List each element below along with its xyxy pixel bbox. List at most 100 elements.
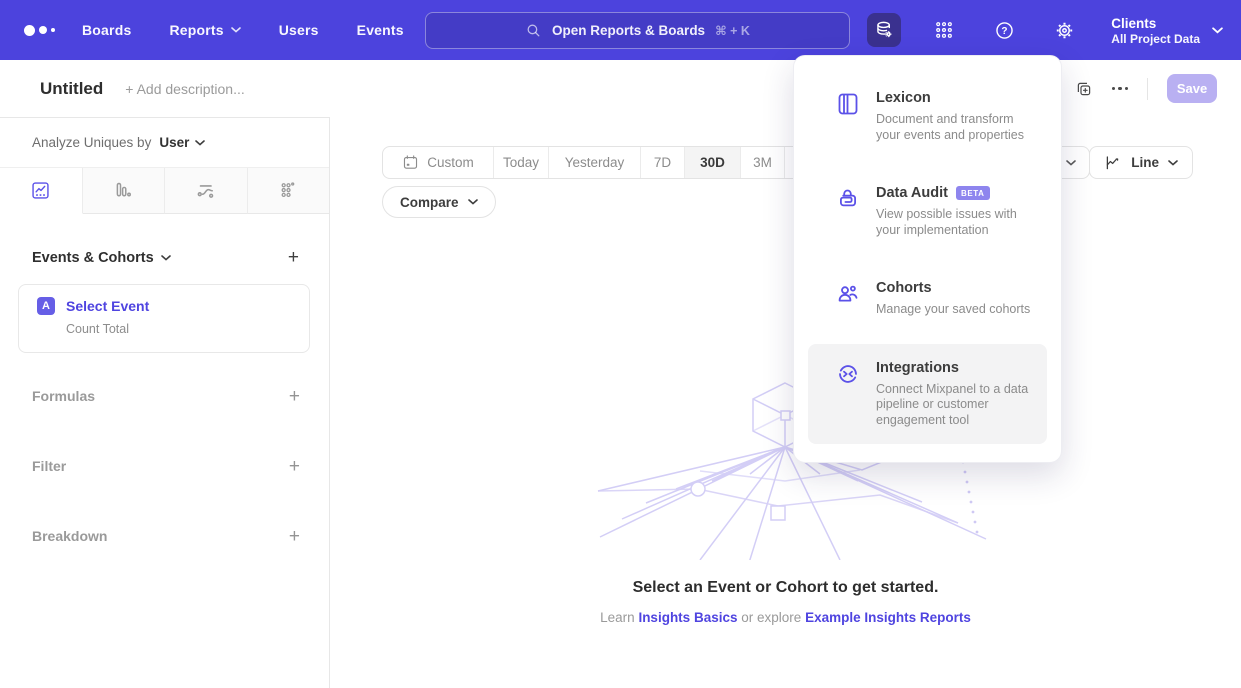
chart-type-tabs <box>0 167 329 214</box>
add-formula-button[interactable]: + <box>289 387 300 406</box>
project-name: Clients <box>1111 15 1200 32</box>
event-letter-badge: A <box>37 297 55 315</box>
example-insights-reports-link[interactable]: Example Insights Reports <box>805 610 971 625</box>
database-gear-icon <box>874 20 895 41</box>
segment-label: 3M <box>753 155 772 170</box>
compare-label: Compare <box>400 195 459 210</box>
nav-item-boards[interactable]: Boards <box>82 22 131 38</box>
project-scope: All Project Data <box>1111 32 1200 46</box>
nav-item-label: Users <box>279 22 319 38</box>
menu-item-integrations[interactable]: Integrations Connect Mixpanel to a data … <box>808 344 1047 445</box>
settings-button[interactable] <box>1047 13 1081 47</box>
chevron-down-icon <box>195 140 205 146</box>
menu-item-title: Integrations <box>876 360 959 376</box>
menu-item-cohorts[interactable]: Cohorts Manage your saved cohorts <box>808 264 1047 334</box>
empty-state-text: Learn <box>600 610 635 625</box>
analyze-value: User <box>159 135 189 150</box>
chevron-down-icon <box>1066 160 1076 166</box>
nav-item-label: Boards <box>82 22 131 38</box>
apps-grid-button[interactable] <box>927 13 961 47</box>
segment-label: Custom <box>427 155 474 170</box>
svg-text:?: ? <box>1001 26 1007 37</box>
query-builder-sidebar: Analyze Uniques by User <box>0 117 330 688</box>
date-segment-yesterday[interactable]: Yesterday <box>548 147 640 178</box>
insights-line-icon <box>30 180 51 201</box>
events-cohorts-label: Events & Cohorts <box>32 250 154 266</box>
segment-label: 30D <box>700 155 725 170</box>
data-management-button[interactable] <box>867 13 901 47</box>
line-chart-icon <box>1104 154 1122 172</box>
nav-links: Boards Reports Users Events <box>82 22 404 38</box>
date-segment-3m[interactable]: 3M <box>740 147 784 178</box>
menu-item-description: Manage your saved cohorts <box>876 302 1030 318</box>
report-title[interactable]: Untitled <box>40 79 103 99</box>
count-total-label[interactable]: Count Total <box>66 322 309 336</box>
chevron-down-icon <box>1168 160 1178 166</box>
chevron-down-icon <box>231 27 241 33</box>
divider <box>1147 78 1148 100</box>
compare-button[interactable]: Compare <box>382 186 496 218</box>
data-audit-icon <box>836 185 860 238</box>
filter-label: Filter <box>32 458 66 474</box>
add-breakdown-button[interactable]: + <box>289 527 300 546</box>
help-button[interactable]: ? <box>987 13 1021 47</box>
select-event-card[interactable]: A Select Event Count Total <box>18 284 310 353</box>
menu-item-description: Document and transform your events and p… <box>876 112 1037 143</box>
menu-item-body: Cohorts Manage your saved cohorts <box>876 280 1030 318</box>
chart-type-selector[interactable]: Line <box>1089 146 1193 179</box>
tab-bar-chart[interactable] <box>83 168 166 214</box>
menu-item-data-audit[interactable]: Data Audit BETA View possible issues wit… <box>808 169 1047 254</box>
flows-icon <box>195 180 217 202</box>
nav-item-label: Reports <box>169 22 223 38</box>
apps-grid-icon <box>934 20 954 40</box>
date-segment-7d[interactable]: 7D <box>640 147 684 178</box>
report-header-actions: Save <box>1075 60 1218 117</box>
nav-item-reports[interactable]: Reports <box>169 22 240 38</box>
top-navigation-bar: Boards Reports Users Events Open Reports… <box>0 0 1241 60</box>
analyze-by-dropdown[interactable]: User <box>159 135 205 150</box>
segment-label: 7D <box>654 155 671 170</box>
tab-flows[interactable] <box>165 168 248 214</box>
project-selector[interactable]: Clients All Project Data <box>1111 15 1223 46</box>
integrations-sync-icon <box>836 360 860 429</box>
filter-section: Filter + <box>0 452 330 480</box>
event-row: A Select Event <box>37 297 309 315</box>
menu-item-lexicon[interactable]: Lexicon Document and transform your even… <box>808 74 1047 159</box>
duplicate-button[interactable] <box>1075 80 1093 98</box>
search-placeholder: Open Reports & Boards <box>552 23 705 38</box>
events-cohorts-dropdown[interactable]: Events & Cohorts <box>32 250 171 266</box>
mixpanel-insights-page: Boards Reports Users Events Open Reports… <box>0 0 1241 688</box>
menu-item-title: Lexicon <box>876 90 931 106</box>
search-shortcut: ⌘ + K <box>715 23 750 38</box>
menu-item-description: Connect Mixpanel to a data pipeline or c… <box>876 382 1037 429</box>
tab-metrics-grid[interactable] <box>248 168 330 214</box>
date-segment-30d[interactable]: 30D <box>684 147 740 178</box>
formulas-section: Formulas + <box>0 382 330 410</box>
chevron-down-icon <box>468 199 478 205</box>
analyze-row: Analyze Uniques by User <box>0 118 329 167</box>
global-search-input[interactable]: Open Reports & Boards ⌘ + K <box>425 12 850 49</box>
beta-badge: BETA <box>956 186 990 200</box>
tab-insights-line[interactable] <box>0 168 83 214</box>
save-button[interactable]: Save <box>1167 74 1217 103</box>
add-filter-button[interactable]: + <box>289 457 300 476</box>
chart-type-label: Line <box>1131 155 1159 170</box>
menu-item-body: Integrations Connect Mixpanel to a data … <box>876 360 1037 429</box>
events-cohorts-header: Events & Cohorts + <box>32 248 299 267</box>
more-options-button[interactable] <box>1112 87 1129 91</box>
add-event-button[interactable]: + <box>288 248 299 267</box>
metrics-grid-icon <box>278 180 299 201</box>
nav-item-label: Events <box>357 22 404 38</box>
add-description-field[interactable]: + Add description... <box>125 81 244 97</box>
select-event-label: Select Event <box>66 298 149 314</box>
help-icon: ? <box>994 20 1015 41</box>
date-segment-custom[interactable]: Custom <box>383 147 493 178</box>
insights-basics-link[interactable]: Insights Basics <box>638 610 737 625</box>
nav-item-users[interactable]: Users <box>279 22 319 38</box>
mixpanel-logo[interactable] <box>24 25 70 36</box>
nav-item-events[interactable]: Events <box>357 22 404 38</box>
date-segment-today[interactable]: Today <box>493 147 548 178</box>
search-icon <box>525 22 542 39</box>
menu-item-title: Cohorts <box>876 280 932 296</box>
empty-state-text: or explore <box>741 610 801 625</box>
